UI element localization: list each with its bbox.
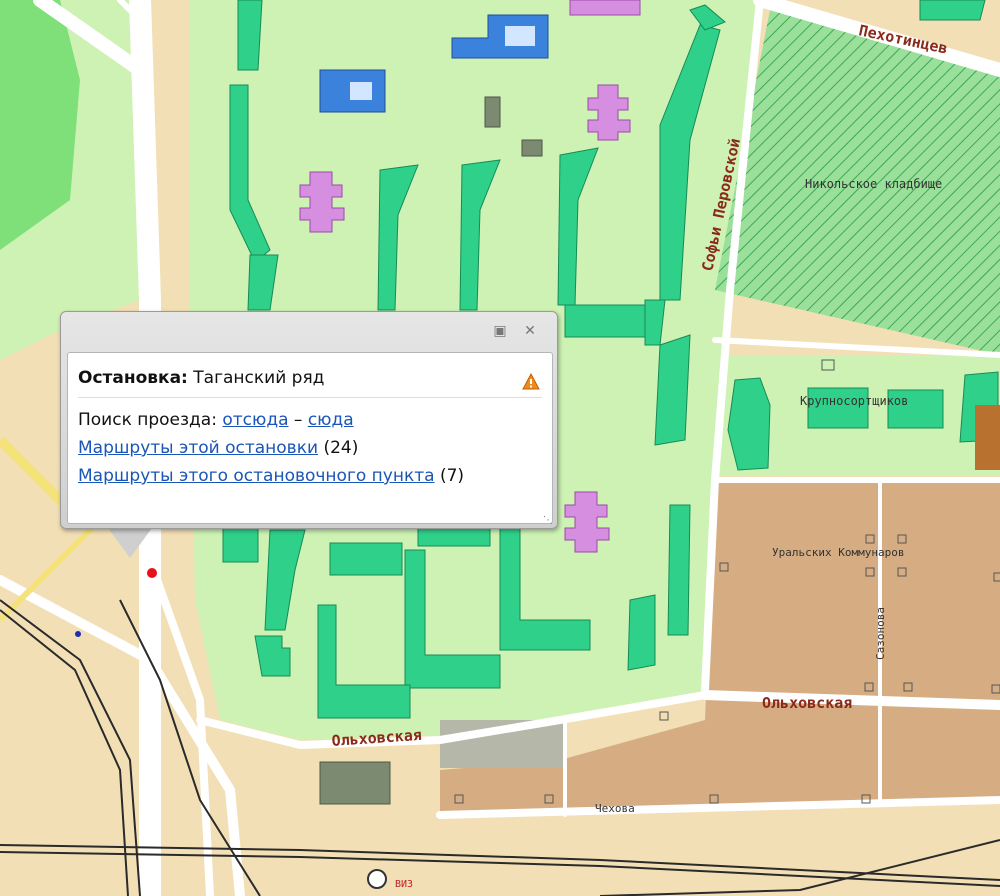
white-inner-2 (505, 26, 535, 46)
point-routes-count: (7) (439, 466, 465, 486)
stop-routes-row: Маршруты этой остановки (24) (78, 434, 542, 462)
stop-routes-link[interactable]: Маршруты этой остановки (78, 438, 318, 458)
popup-titlebar[interactable]: ▣ ✕ (61, 312, 557, 352)
white-inner-1 (350, 82, 372, 100)
street-label-chekhova: Чехова (595, 802, 635, 815)
small-marker (75, 631, 81, 637)
route-search-row: Поиск проезда: отсюда – сюда (78, 406, 542, 434)
stop-info-popup: ▣ ✕ Остановка: Таганский ряд Поиск проез… (60, 311, 558, 558)
stop-title: Остановка: Таганский ряд (78, 365, 542, 391)
stop-title-label: Остановка: (78, 368, 188, 388)
brown-building (975, 405, 1000, 470)
street-label-sazonova: Сазонова (874, 607, 887, 660)
area-label-cemetery: Никольское кладбище (805, 177, 942, 191)
stop-marker[interactable] (147, 568, 157, 578)
resize-grip-icon[interactable]: ⋱ (543, 515, 553, 526)
route-search-label: Поиск проезда: (78, 410, 217, 430)
route-from-link[interactable]: отсюда (222, 410, 288, 430)
close-icon[interactable]: ✕ (521, 322, 539, 340)
station-marker[interactable] (367, 869, 387, 889)
popup-pointer (108, 528, 152, 558)
street-label-viz: ВИЗ (395, 879, 413, 890)
route-dash: – (293, 410, 303, 430)
point-routes-row: Маршруты этого остановочного пункта (7) (78, 462, 542, 490)
point-routes-link[interactable]: Маршруты этого остановочного пункта (78, 466, 435, 486)
minimize-icon[interactable]: ▣ (491, 322, 509, 340)
popup-frame: ▣ ✕ Остановка: Таганский ряд Поиск проез… (60, 311, 558, 529)
warning-triangle-icon[interactable] (522, 373, 540, 391)
popup-content: Остановка: Таганский ряд Поиск проезда: … (67, 352, 553, 524)
street-label-krupnosortshchikov: Крупносортщиков (800, 394, 908, 408)
stop-routes-count: (24) (323, 438, 359, 458)
popup-divider (78, 397, 542, 398)
street-label-uralskikh-kommunarov: Уральских Коммунаров (772, 546, 904, 559)
street-label-olkhovskaya-right: Ольховская (762, 694, 852, 712)
stop-title-value: Таганский ряд (193, 368, 325, 388)
route-to-link[interactable]: сюда (308, 410, 354, 430)
